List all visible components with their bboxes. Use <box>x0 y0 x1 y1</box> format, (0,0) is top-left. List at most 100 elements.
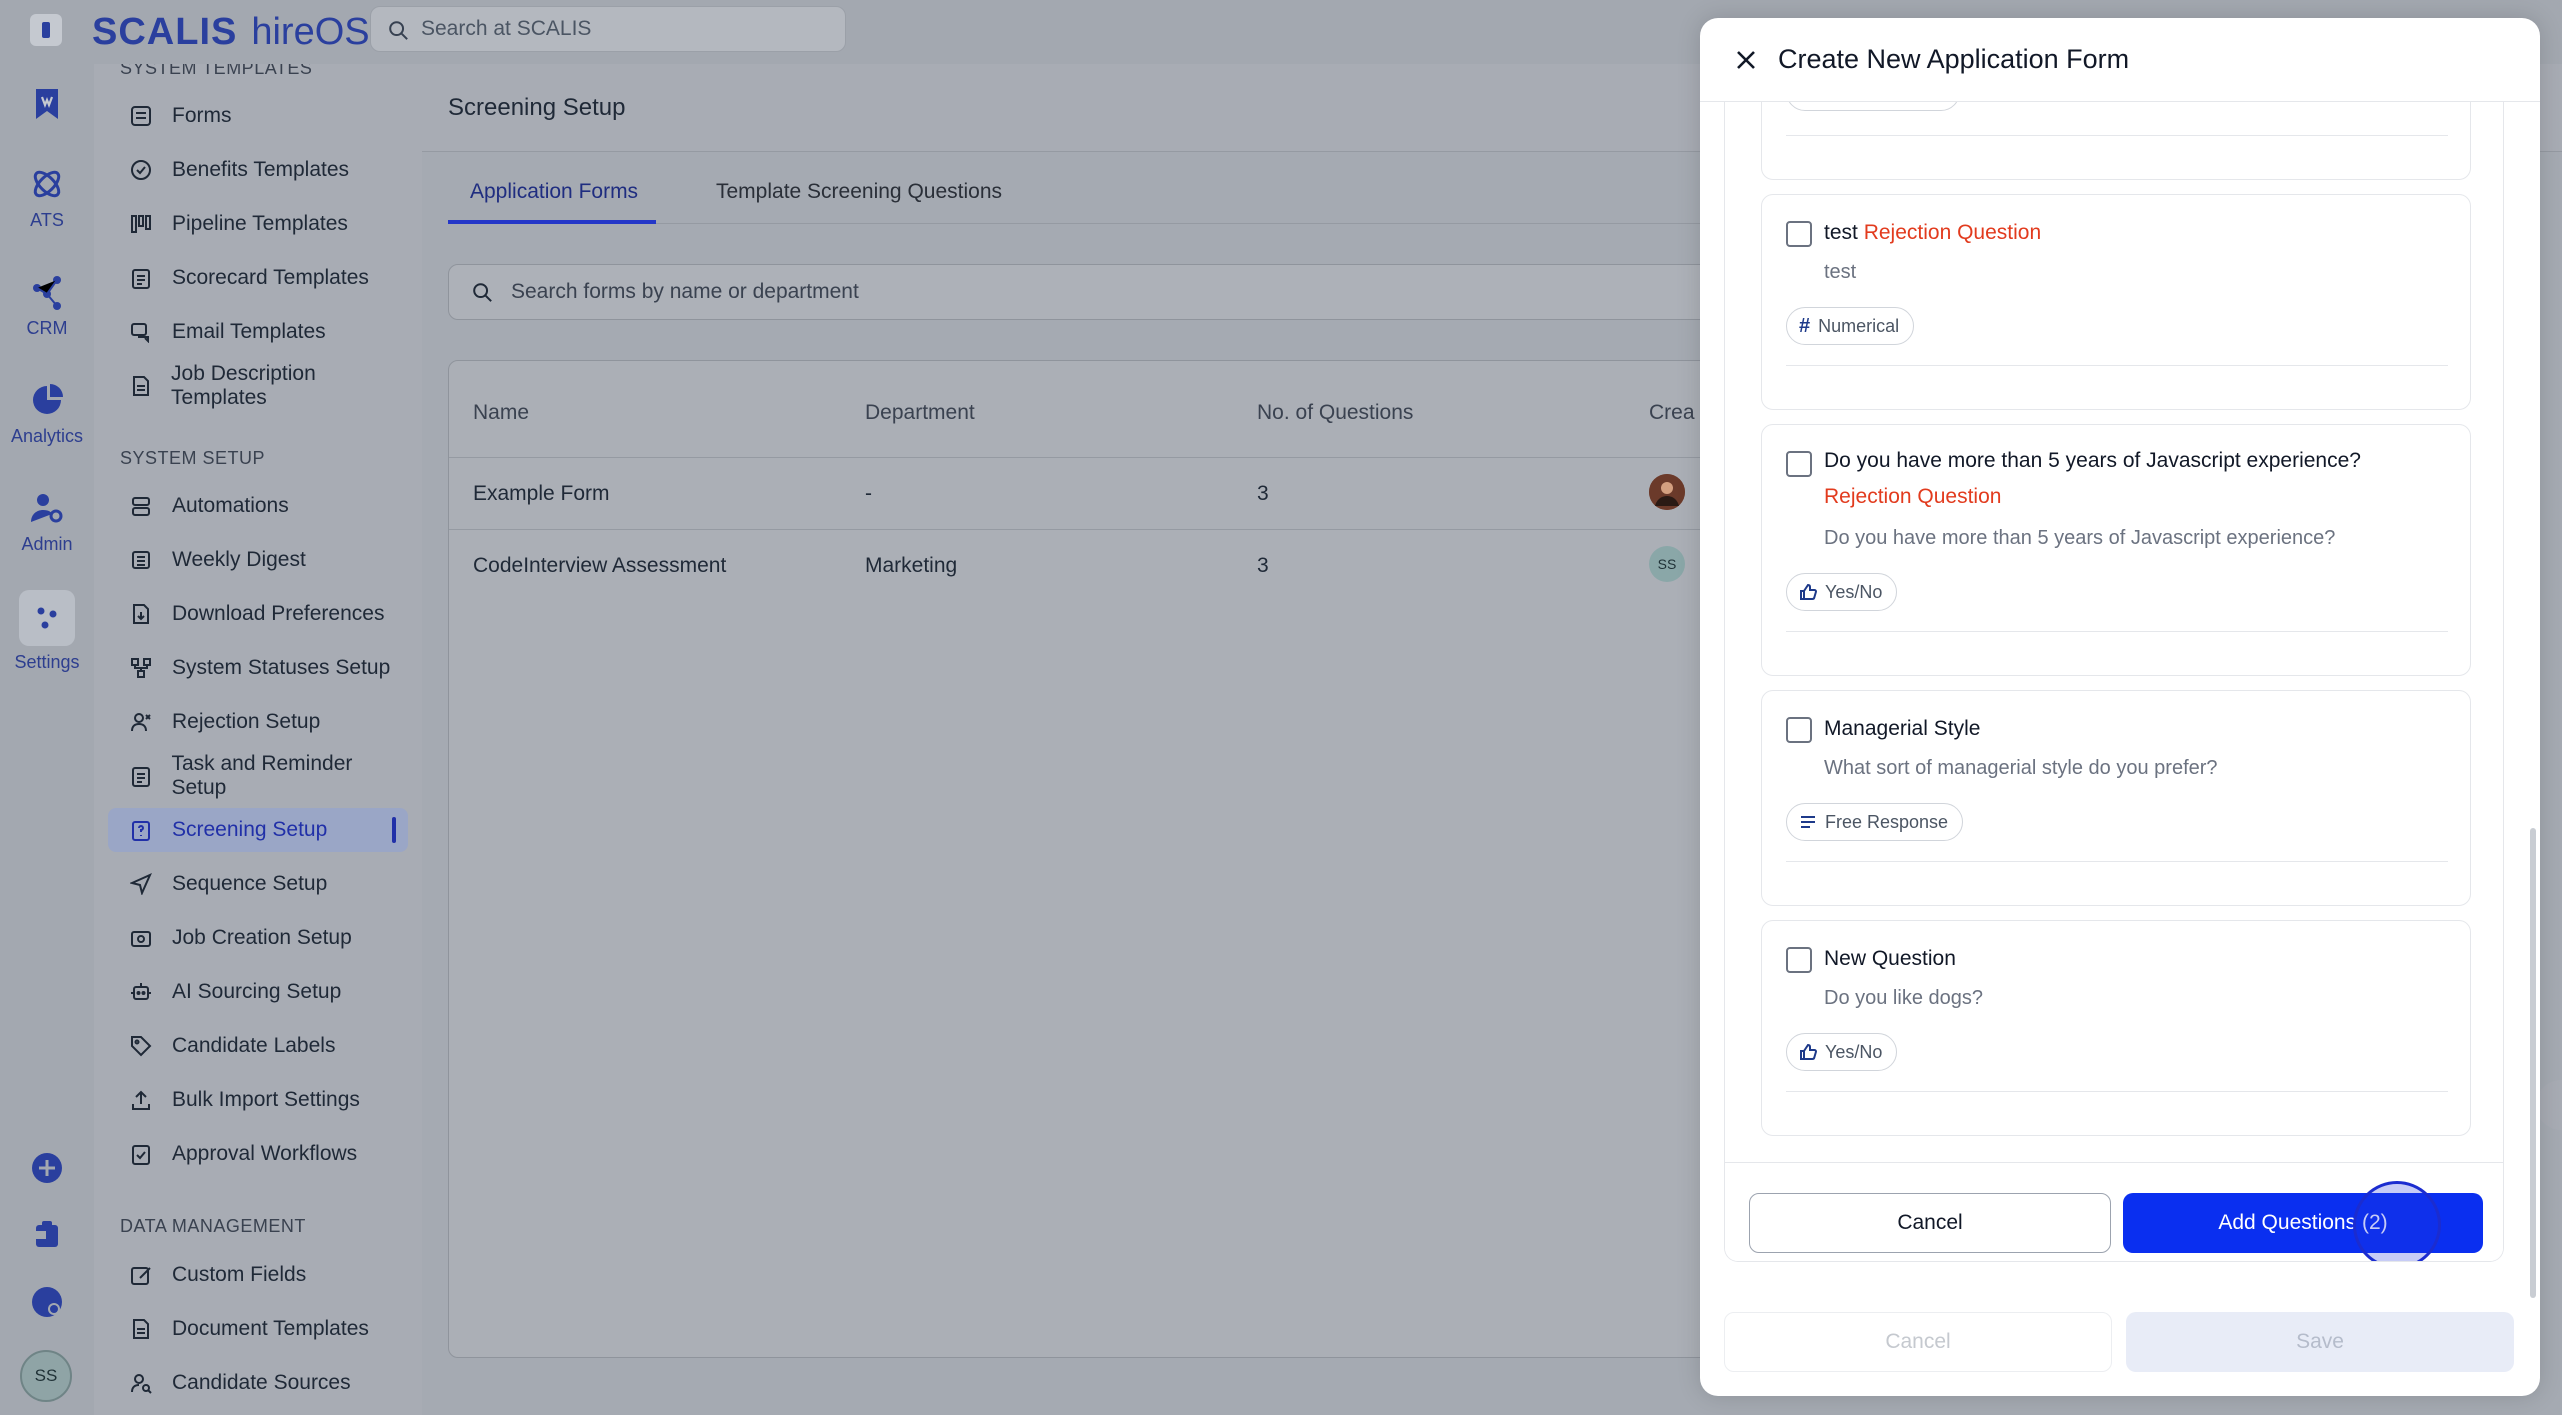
sidebar-item-label: AI Sourcing Setup <box>172 980 342 1003</box>
sidebar-item-rejection-setup[interactable]: Rejection Setup <box>108 700 408 744</box>
sidebar-item-label: Rejection Setup <box>172 710 321 733</box>
sidebar-item-benefits-templates[interactable]: Benefits Templates <box>108 148 408 192</box>
sidebar-item-candidate-labels[interactable]: Candidate Labels <box>108 1024 408 1068</box>
add-circle-icon[interactable] <box>27 1148 67 1188</box>
question-card[interactable]: Do you have more than 5 years of Javascr… <box>1761 424 2471 676</box>
column-header-questions[interactable]: No. of Questions <box>1257 401 1413 425</box>
card-divider <box>1786 1091 2448 1092</box>
card-divider <box>1786 631 2448 632</box>
question-card[interactable]: test Rejection Question test # Numerical <box>1761 194 2471 410</box>
digest-icon <box>128 547 154 573</box>
rail-item-analytics[interactable]: Analytics <box>0 380 94 447</box>
screening-icon <box>128 817 154 843</box>
question-title: Managerial Style <box>1824 711 2454 747</box>
sidebar-item-label: Approval Workflows <box>172 1142 358 1165</box>
form-save-button[interactable]: Save <box>2126 1312 2514 1372</box>
sidebar-item-label: Job Description Templates <box>171 362 316 409</box>
robot-icon <box>128 979 154 1005</box>
tab-template-screening-questions[interactable]: Template Screening Questions <box>716 180 1002 204</box>
sidebar-item-system-statuses-setup[interactable]: System Statuses Setup <box>108 646 408 690</box>
sidebar-item-job-description-templates[interactable]: Job Description Templates <box>108 362 408 409</box>
sidebar-item-label: Document Templates <box>172 1317 369 1340</box>
question-checkbox[interactable] <box>1786 717 1812 743</box>
sidebar-item-pipeline-templates[interactable]: Pipeline Templates <box>108 202 408 246</box>
cell-questions: 3 <box>1257 482 1269 505</box>
add-questions-button[interactable]: Add Questions (2) <box>2123 1193 2483 1253</box>
sidebar-item-label: Screening Setup <box>172 818 328 841</box>
close-icon[interactable] <box>1726 40 1766 80</box>
atom-icon <box>27 164 67 204</box>
form-cancel-button[interactable]: Cancel <box>1724 1312 2112 1372</box>
type-pill: Yes/No <box>1786 1033 1898 1071</box>
creator-avatar <box>1649 474 1685 510</box>
brand-suffix: hireOS <box>251 10 370 53</box>
rail-item-settings[interactable]: Settings <box>0 590 94 673</box>
section-title-data-management: DATA MANAGEMENT <box>120 1216 306 1236</box>
task-icon <box>128 763 153 789</box>
sidebar-item-label: Task and Reminder Setup <box>171 752 353 799</box>
sidebar-item-task-reminder-setup[interactable]: Task and Reminder Setup <box>108 752 408 799</box>
drawer-title: Create New Application Form <box>1778 44 2130 74</box>
app-rail: ATS CRM Analytics Admin Settings SS <box>0 64 94 1415</box>
edit-icon <box>128 1262 154 1288</box>
user-avatar[interactable]: SS <box>20 1350 72 1402</box>
sidebar-item-label: Job Creation Setup <box>172 926 352 949</box>
bookmark-icon <box>27 84 67 124</box>
sidebar-item-label: Weekly Digest <box>172 548 306 571</box>
sidebar-item-weekly-digest[interactable]: Weekly Digest <box>108 538 408 582</box>
sidebar-item-job-creation-setup[interactable]: Job Creation Setup <box>108 916 408 960</box>
drawer-scrollbar[interactable] <box>2530 828 2536 1298</box>
sidebar-item-scorecard-templates[interactable]: Scorecard Templates <box>108 256 408 300</box>
question-title-text: New Question <box>1824 947 1956 970</box>
question-card[interactable]: New Question Do you like dogs? Yes/No <box>1761 920 2471 1136</box>
sidebar-item-custom-fields[interactable]: Custom Fields <box>108 1253 408 1297</box>
status-flow-icon <box>128 655 154 681</box>
sidebar-item-email-templates[interactable]: Email Templates <box>108 310 408 354</box>
sidebar-item-document-templates[interactable]: Document Templates <box>108 1307 408 1351</box>
question-card[interactable]: Managerial Style What sort of managerial… <box>1761 690 2471 906</box>
sidebar-item-bulk-import-settings[interactable]: Bulk Import Settings <box>108 1078 408 1122</box>
clipboard-icon[interactable] <box>27 1214 67 1254</box>
type-pill: Yes/No <box>1786 573 1898 611</box>
sidebar-item-label: Candidate Sources <box>172 1371 351 1394</box>
question-checkbox[interactable] <box>1786 451 1812 477</box>
help-icon[interactable] <box>27 1282 67 1322</box>
sidebar-item-candidate-sources[interactable]: Candidate Sources <box>108 1361 408 1405</box>
question-checkbox[interactable] <box>1786 947 1812 973</box>
rail-label-settings: Settings <box>14 652 80 672</box>
picker-cancel-button[interactable]: Cancel <box>1749 1193 2111 1253</box>
sidebar-item-label: Email Templates <box>172 320 326 343</box>
sidebar-item-screening-setup[interactable]: Screening Setup <box>108 808 408 852</box>
sidebar-item-sequence-setup[interactable]: Sequence Setup <box>108 862 408 906</box>
column-header-creator[interactable]: Crea <box>1649 401 1695 425</box>
column-header-name[interactable]: Name <box>473 401 529 425</box>
sidebar-item-label: Scorecard Templates <box>172 266 369 289</box>
column-header-department[interactable]: Department <box>865 401 975 425</box>
rail-item-admin[interactable]: Admin <box>0 488 94 555</box>
tab-application-forms[interactable]: Application Forms <box>470 180 638 204</box>
hash-icon: # <box>1799 314 1811 337</box>
sidebar-item-download-preferences[interactable]: Download Preferences <box>108 592 408 636</box>
automation-icon <box>128 493 154 519</box>
sidebar-item-ai-sourcing-setup[interactable]: AI Sourcing Setup <box>108 970 408 1014</box>
sidebar-toggle-icon[interactable] <box>30 14 62 46</box>
sidebar-item-automations[interactable]: Automations <box>108 484 408 528</box>
cell-name: Example Form <box>473 482 610 505</box>
tag-icon <box>128 1033 154 1059</box>
sidebar-item-forms[interactable]: Forms <box>108 94 408 138</box>
rail-item-jobs[interactable] <box>0 84 94 130</box>
rail-item-crm[interactable]: CRM <box>0 272 94 339</box>
question-checkbox[interactable] <box>1786 221 1812 247</box>
type-pill: Free Response <box>1786 803 1964 841</box>
rail-item-ats[interactable]: ATS <box>0 164 94 231</box>
sidebar-item-approval-workflows[interactable]: Approval Workflows <box>108 1132 408 1176</box>
creator-avatar: SS <box>1649 546 1685 582</box>
question-description: Do you have more than 5 years of Javascr… <box>1824 527 2336 549</box>
settings-icon <box>19 590 75 646</box>
active-tab-indicator <box>448 220 656 224</box>
form-icon <box>128 103 154 129</box>
sidebar-item-label: Bulk Import Settings <box>172 1088 360 1111</box>
picker-footer: Cancel Add Questions (2) <box>1725 1162 2503 1261</box>
question-title: Do you have more than 5 years of Javascr… <box>1824 443 2454 515</box>
global-search-input[interactable]: Search at SCALIS <box>370 6 846 52</box>
